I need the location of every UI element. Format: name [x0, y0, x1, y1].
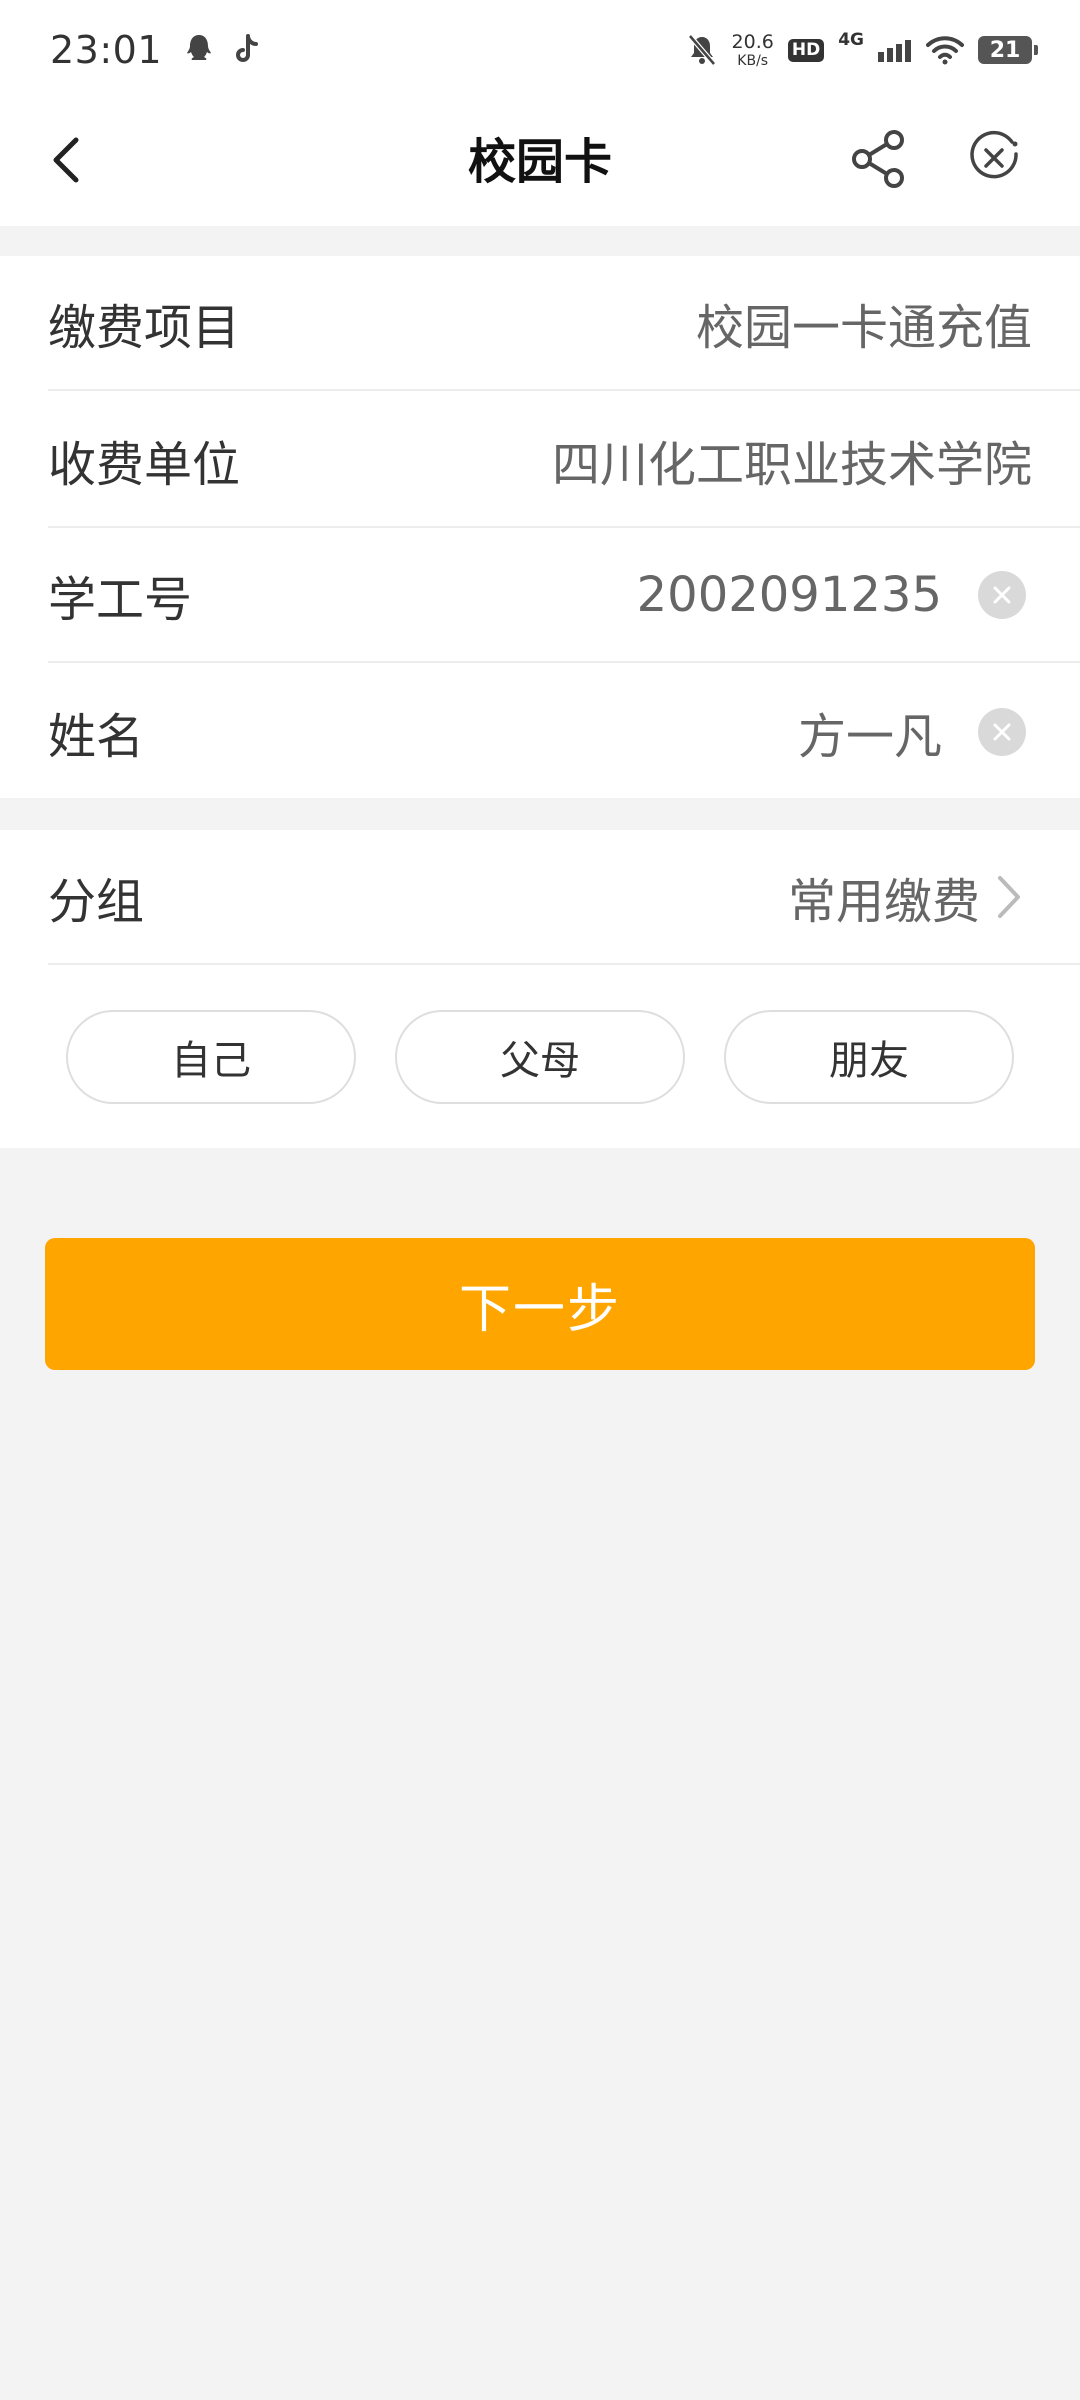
- group-value: 常用缴费: [787, 873, 980, 930]
- payee-row[interactable]: 收费单位 四川化工职业技术学院: [48, 393, 1080, 528]
- fee-item-value: 校园一卡通充值: [695, 299, 1032, 356]
- qq-icon: [187, 35, 212, 60]
- clear-name-button[interactable]: [978, 707, 1026, 756]
- header-bar: 校园卡: [0, 100, 1080, 226]
- network-type: 4G: [838, 30, 864, 50]
- wifi-icon: [926, 36, 964, 65]
- fee-item-row[interactable]: 缴费项目 校园一卡通充值: [48, 256, 1080, 391]
- tiktok-icon: [236, 34, 259, 62]
- mute-icon: [687, 34, 716, 66]
- close-circle-icon[interactable]: [966, 130, 1022, 186]
- group-chips: 自己 父母 朋友: [66, 1010, 1014, 1104]
- fee-item-label: 缴费项目: [48, 299, 241, 356]
- name-label: 姓名: [48, 708, 145, 765]
- payee-label: 收费单位: [48, 436, 241, 493]
- share-icon[interactable]: [848, 128, 910, 190]
- payment-form: 缴费项目 校园一卡通充值 收费单位 四川化工职业技术学院 学工号 2002091…: [0, 256, 1080, 798]
- payee-value: 四川化工职业技术学院: [551, 436, 1032, 493]
- chip-self[interactable]: 自己: [66, 1010, 356, 1104]
- group-section: 分组 常用缴费 自己 父母 朋友: [0, 830, 1080, 1148]
- clear-icon: [993, 586, 1011, 603]
- chip-friends[interactable]: 朋友: [724, 1010, 1014, 1104]
- signal-icon: [878, 40, 911, 62]
- student-id-row: 学工号 2002091235: [48, 528, 1080, 663]
- group-label: 分组: [48, 873, 145, 930]
- page-title: 校园卡: [467, 134, 612, 190]
- clear-icon: [993, 723, 1011, 740]
- status-bar: 23:01 20.6 KB/s HD 4G 21: [0, 0, 1080, 100]
- status-time: 23:01: [50, 28, 163, 72]
- next-step-button[interactable]: 下一步: [45, 1238, 1035, 1370]
- speed-value: 20.6: [731, 30, 774, 53]
- name-input[interactable]: 方一凡: [798, 697, 942, 767]
- chevron-right-icon: [998, 875, 1020, 918]
- hd-badge: HD: [787, 38, 825, 62]
- clear-student-id-button[interactable]: [978, 570, 1026, 619]
- network-speed: 20.6 KB/s: [731, 30, 774, 69]
- student-id-input[interactable]: 2002091235: [637, 567, 942, 623]
- group-row[interactable]: 分组 常用缴费: [48, 830, 1080, 965]
- student-id-label: 学工号: [48, 571, 193, 628]
- chip-parents[interactable]: 父母: [395, 1010, 685, 1104]
- speed-unit: KB/s: [737, 52, 769, 69]
- name-row: 姓名 方一凡: [48, 664, 1080, 799]
- battery-icon: 21: [978, 36, 1038, 64]
